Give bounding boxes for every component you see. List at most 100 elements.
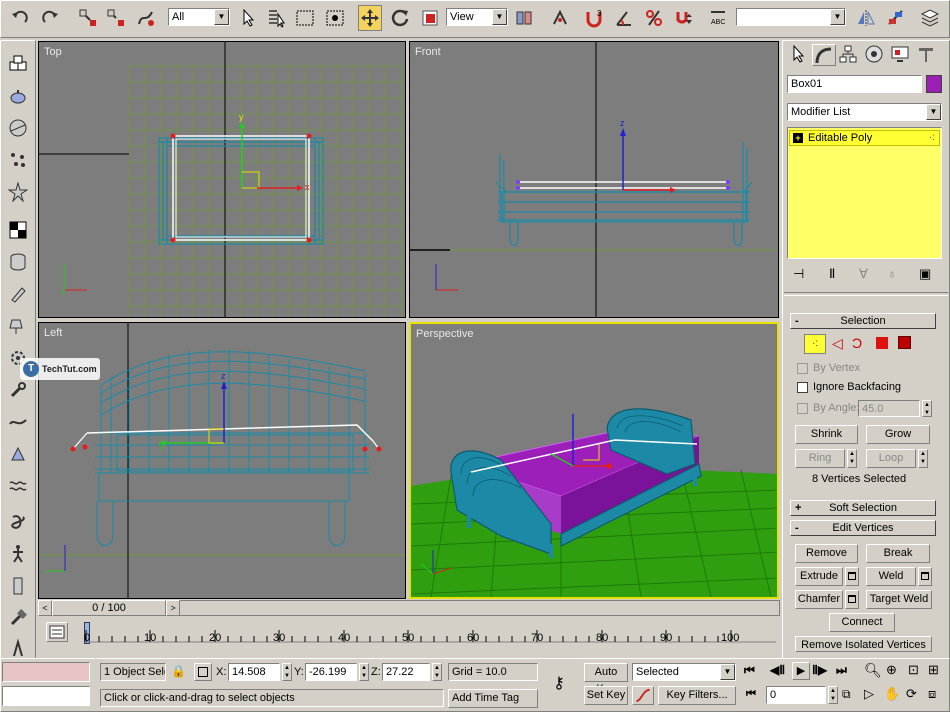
tab-surfaces-button[interactable] [6,218,30,242]
selection-filter-dropdown[interactable]: All ▼ [168,8,230,26]
create-tab[interactable] [788,44,810,66]
by-vertex-checkbox[interactable] [797,363,808,374]
maxscript-listener-bottom[interactable] [2,686,90,706]
extrude-settings-button[interactable] [845,567,859,586]
zoom-extents-all-icon[interactable]: ⊞ [928,662,939,678]
shrink-button[interactable]: Shrink [795,425,858,444]
reference-coordinate-dropdown[interactable]: View ▼ [446,8,508,26]
layer-manager-button[interactable] [918,5,942,31]
previous-frame-icon[interactable]: ◀Ⅱ [770,663,785,677]
next-frame-icon[interactable]: Ⅱ▶ [812,663,827,677]
remove-button[interactable]: Remove [795,544,858,563]
tab-particles-button[interactable] [6,148,30,172]
stack-item-editable-poly[interactable]: + Editable Poly ·: [789,130,940,146]
percent-snap-button[interactable] [642,5,666,31]
time-slider-next-button[interactable]: > [166,600,180,616]
mini-curve-editor-button[interactable] [46,622,68,642]
motion-tab[interactable] [864,44,886,66]
tab-compounds-button[interactable] [6,116,30,140]
add-time-tag-button[interactable]: Add Time Tag [448,689,538,708]
snap-toggle-button[interactable]: 3 [582,5,606,31]
bind-space-warp-button[interactable] [134,5,158,31]
select-rotate-button[interactable] [388,5,412,31]
undo-button[interactable] [8,5,32,31]
y-coord-spinner[interactable]: ▲ ▼ [359,663,369,681]
time-slider-prev-button[interactable]: < [38,600,52,616]
tab-lights-button[interactable] [6,282,30,306]
rect-selection-region-button[interactable] [293,5,317,31]
tab-utilities-button[interactable] [6,606,30,630]
mirror-button[interactable] [854,5,878,31]
y-coord-field[interactable]: -26.199 [305,663,357,681]
use-pivot-button[interactable] [512,5,536,31]
connect-button[interactable]: Connect [829,613,895,632]
ring-spinner[interactable]: ▲ ▼ [847,449,857,468]
object-name-field[interactable]: Box01 [787,75,922,93]
tab-bones-button[interactable] [6,574,30,598]
z-coord-field[interactable]: 27.22 [382,663,430,681]
set-key-button[interactable]: Set Key [584,686,628,705]
tab-helpers-button[interactable] [6,180,30,204]
tab-character-button[interactable] [6,542,30,566]
element-mode-icon[interactable] [898,336,911,349]
tab-cameras-button[interactable] [6,314,30,338]
selection-lock-icon[interactable]: 🔒 [171,664,186,678]
pin-stack-icon[interactable]: ⊣ [793,266,804,282]
field-of-view-icon[interactable]: ▷ [864,686,874,702]
zoom-all-icon[interactable]: ⊕ [886,662,897,678]
default-tangents-button[interactable] [632,686,654,705]
make-unique-icon[interactable]: ∀ [859,266,868,282]
z-coord-spinner[interactable]: ▲ ▼ [432,663,442,681]
ring-button[interactable]: Ring [795,449,845,468]
chamfer-button[interactable]: Chamfer [795,590,843,609]
tab-spacewarps-button[interactable] [6,474,30,498]
set-keys-key-button[interactable]: ⚷ [544,672,574,696]
play-icon[interactable]: ▶ [792,662,810,680]
grow-button[interactable]: Grow [866,425,930,444]
select-move-button[interactable] [358,5,382,31]
select-manipulate-button[interactable] [548,5,572,31]
x-coord-spinner[interactable]: ▲ ▼ [282,663,292,681]
tab-dynamics-button[interactable] [6,442,30,466]
select-scale-button[interactable] [418,5,442,31]
go-to-start-icon[interactable]: ⏮ [744,663,755,678]
tab-scripting-button[interactable] [6,636,30,660]
vertex-mode-button[interactable]: ·: [804,334,826,354]
named-selection-dropdown[interactable]: ▼ [736,8,846,26]
select-object-button[interactable] [236,5,260,31]
tab-shapes-button[interactable] [6,84,30,108]
show-end-result-icon[interactable]: Ⅱ [829,266,835,282]
arc-rotate-icon[interactable]: ⟳ [906,686,917,702]
configure-sets-icon[interactable]: ▣ [919,266,931,282]
object-color-swatch[interactable] [926,75,942,93]
time-slider-thumb[interactable]: 0 / 100 [52,600,166,616]
align-button[interactable] [884,5,908,31]
auto-key-button[interactable]: Auto Key [584,663,628,695]
break-button[interactable]: Break [866,544,930,563]
x-coord-field[interactable]: 14.508 [228,663,280,681]
selection-rollout-header[interactable]: - Selection [790,313,936,329]
redo-button[interactable] [38,5,62,31]
loop-button[interactable]: Loop [866,449,916,468]
key-filters-button[interactable]: Key Filters... [658,686,736,705]
edit-vertices-rollout-header[interactable]: - Edit Vertices [790,520,936,536]
current-frame-spinner[interactable]: ▲ ▼ [828,686,838,704]
tab-objects-button[interactable] [6,52,30,76]
edit-named-selection-button[interactable]: ABC [706,5,730,31]
go-to-end-icon[interactable]: ⏭ [836,663,847,678]
window-crossing-button[interactable] [323,5,347,31]
viewport-perspective[interactable]: Perspective [409,322,779,599]
unlink-button[interactable] [104,5,128,31]
display-tab[interactable] [890,44,912,66]
tab-reactor-button[interactable] [6,378,30,402]
utilities-tab[interactable] [916,44,938,66]
chamfer-settings-button[interactable] [845,590,859,609]
tab-layers-button[interactable] [6,250,30,274]
weld-button[interactable]: Weld [866,567,916,586]
border-mode-icon[interactable]: Ɔ [852,335,862,351]
polygon-mode-icon[interactable] [876,337,888,349]
zoom-extents-icon[interactable]: ⊡ [908,662,919,678]
soft-selection-rollout-header[interactable]: + Soft Selection [790,500,936,516]
select-link-button[interactable] [76,5,100,31]
spinner-snap-button[interactable] [672,5,696,31]
